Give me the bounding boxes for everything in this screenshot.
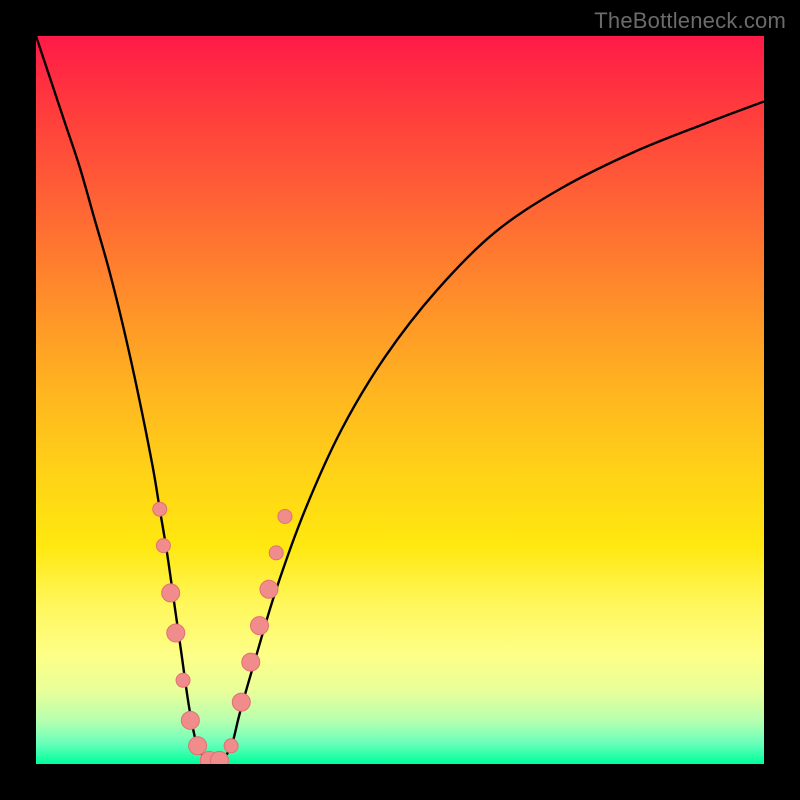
bead xyxy=(278,509,292,523)
bead xyxy=(250,617,268,635)
bead xyxy=(260,580,278,598)
watermark-text: TheBottleneck.com xyxy=(594,8,786,34)
bead xyxy=(167,624,185,642)
bead xyxy=(156,539,170,553)
bead xyxy=(269,546,283,560)
bead xyxy=(224,739,238,753)
bead xyxy=(162,584,180,602)
bead-cluster xyxy=(36,36,764,764)
bead xyxy=(210,751,228,764)
bead xyxy=(181,711,199,729)
plot-area xyxy=(36,36,764,764)
bead xyxy=(232,693,250,711)
bead xyxy=(242,653,260,671)
bead xyxy=(176,673,190,687)
bead xyxy=(153,502,167,516)
bead xyxy=(189,737,207,755)
